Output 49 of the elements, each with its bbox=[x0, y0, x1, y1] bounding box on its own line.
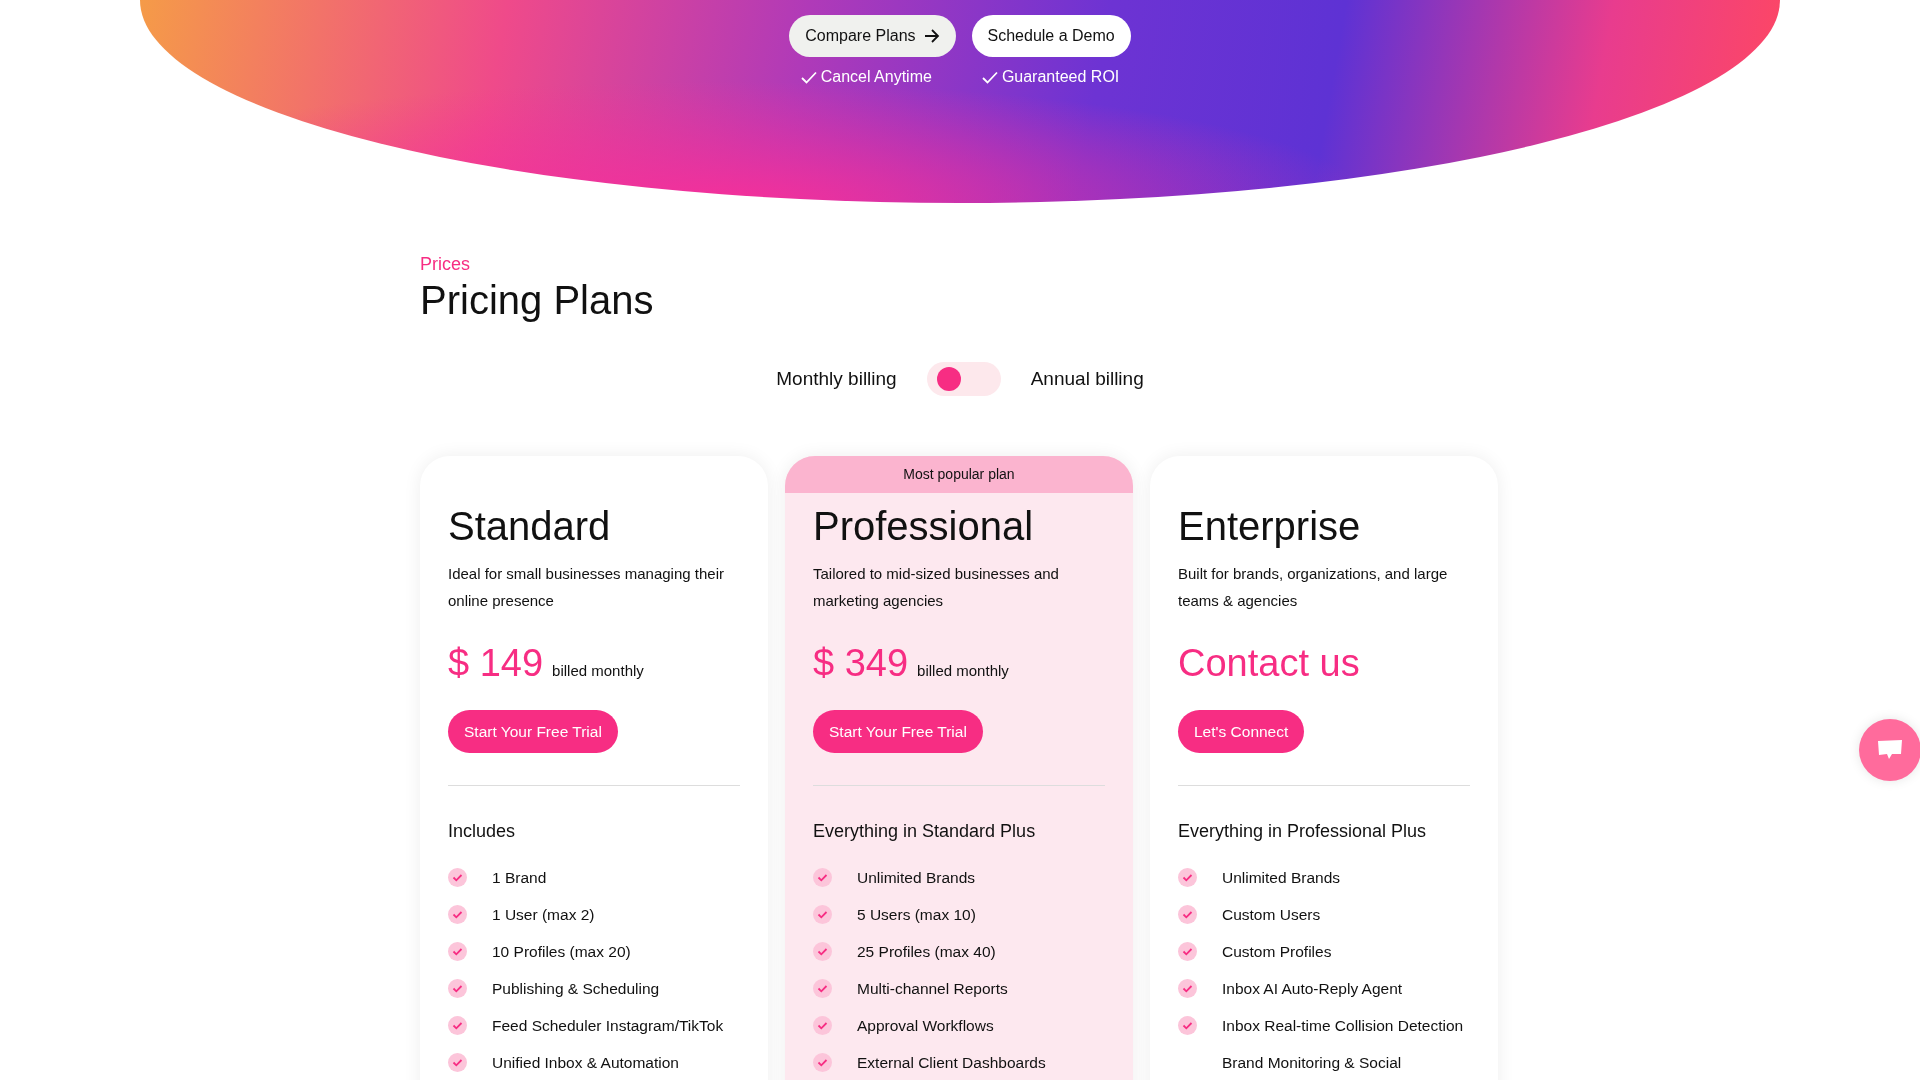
feature-text: Unlimited Brands bbox=[1222, 867, 1341, 888]
plan-name: Standard bbox=[448, 504, 612, 548]
plan-description: Ideal for small businesses managing their online presence bbox=[448, 564, 725, 611]
cta-button[interactable]: Start Your Free Trial bbox=[813, 710, 983, 753]
feature-text: Publishing & Scheduling bbox=[492, 978, 660, 999]
hero-button[interactable]: Compare Plans bbox=[789, 15, 956, 57]
feature-text: 25 Profiles (max 40) bbox=[857, 941, 996, 962]
features-title: Everything in Standard Plus bbox=[813, 820, 1037, 843]
feature-text: Feed Scheduler Instagram/TikTok bbox=[492, 1015, 724, 1036]
section-eyebrow: Prices bbox=[420, 253, 471, 276]
chat-button[interactable] bbox=[1859, 719, 1920, 781]
feature-text: Brand Monitoring & Social bbox=[1222, 1052, 1402, 1073]
plan-description: Tailored to mid-sized businesses and marketing agencies bbox=[813, 564, 1060, 611]
plan-description: Built for brands, organizations, and large teams & agencies bbox=[1178, 564, 1449, 611]
feature-text: Multi-channel Reports bbox=[857, 978, 1008, 999]
feature-text: Inbox AI Auto-Reply Agent bbox=[1222, 978, 1403, 999]
features-title: Everything in Professional Plus bbox=[1178, 820, 1428, 843]
arrow-right-icon bbox=[923, 29, 940, 43]
feature-text: Custom Users bbox=[1222, 904, 1321, 925]
feature-text: Unified Inbox & Automation bbox=[492, 1052, 679, 1073]
guarantee-text: Cancel Anytime bbox=[820, 67, 932, 87]
plan-price: $ 149 bbox=[448, 644, 544, 682]
feature-text: 10 Profiles (max 20) bbox=[492, 941, 631, 962]
features-title: Includes bbox=[448, 820, 517, 843]
hero-button[interactable]: Schedule a Demo bbox=[971, 15, 1131, 57]
popular-badge: Most popular plan bbox=[785, 456, 1133, 493]
billing-toggle[interactable] bbox=[926, 362, 1001, 396]
check-icon bbox=[981, 70, 998, 84]
feature-text: 5 Users (max 10) bbox=[857, 904, 976, 925]
plan-price: $ 349 bbox=[813, 644, 909, 682]
plan-name: Enterprise bbox=[1178, 504, 1362, 548]
feature-text: Approval Workflows bbox=[857, 1015, 994, 1036]
feature-text: Inbox Real-time Collision Detection bbox=[1222, 1015, 1464, 1036]
billing-period: billed monthly bbox=[917, 660, 1009, 681]
feature-text: Unlimited Brands bbox=[857, 867, 976, 888]
feature-text: 1 Brand bbox=[492, 867, 547, 888]
check-icon bbox=[800, 70, 817, 84]
cta-button[interactable]: Start Your Free Trial bbox=[448, 710, 618, 753]
plan-price: Contact us bbox=[1178, 644, 1360, 682]
billing-period: billed monthly bbox=[552, 660, 644, 681]
guarantee-text: Guaranteed ROI bbox=[1001, 67, 1120, 87]
feature-text: External Client Dashboards bbox=[857, 1052, 1046, 1073]
section-title: Pricing Plans bbox=[420, 278, 655, 322]
feature-text: 1 User (max 2) bbox=[492, 904, 595, 925]
cta-button[interactable]: Let's Connect bbox=[1178, 710, 1305, 753]
feature-text: Custom Profiles bbox=[1222, 941, 1332, 962]
billing-label: Annual billing bbox=[1030, 366, 1144, 391]
billing-label: Monthly billing bbox=[776, 366, 897, 391]
plan-name: Professional bbox=[813, 504, 1035, 548]
